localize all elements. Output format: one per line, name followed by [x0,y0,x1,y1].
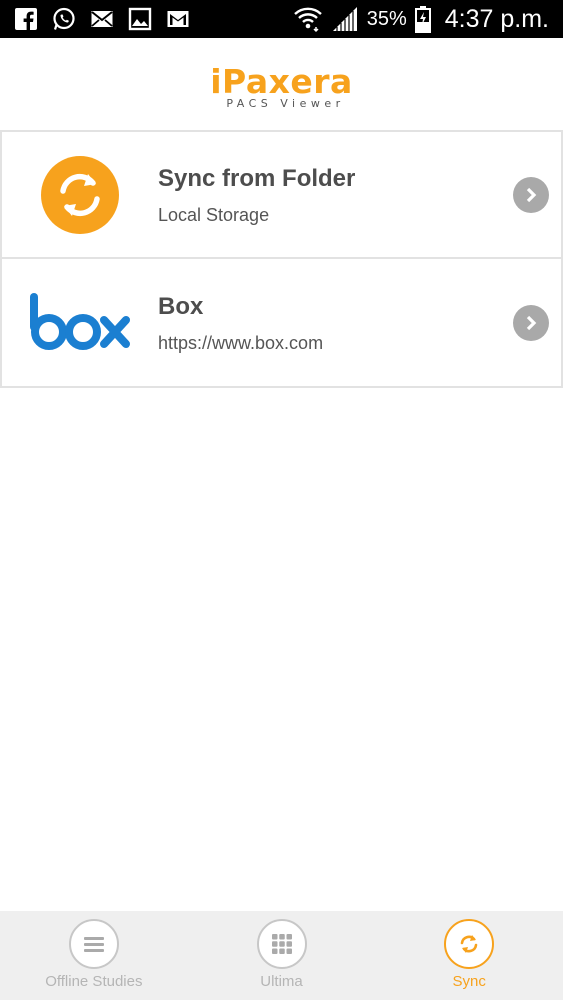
mail-icon [91,11,113,27]
tab-label: Offline Studies [45,973,143,990]
logo-subtitle: PACS Viewer [226,96,345,110]
item-subtitle: https://www.box.com [158,332,324,353]
tab-label: Ultima [260,973,303,990]
item-text: Box https://www.box.com [158,292,513,354]
box-item[interactable]: Box https://www.box.com [2,259,561,386]
item-text: Sync from Folder Local Storage [158,164,513,226]
system-status: 35% 4:37 p.m. [293,5,549,34]
notification-icons [14,7,190,31]
tab-offline-studies[interactable]: Offline Studies [0,911,188,1000]
app-header: iPaxera PACS Viewer [0,38,563,130]
battery-icon [414,6,431,33]
tab-sync[interactable]: Sync [375,911,563,1000]
status-bar: 35% 4:37 p.m. [0,0,563,38]
menu-lines-icon [68,919,119,969]
chevron-right-icon[interactable] [513,176,549,213]
clock: 4:37 p.m. [444,4,549,33]
facebook-icon [15,8,37,30]
whatsapp-icon [53,7,75,30]
box-logo [30,292,130,350]
chevron-right-icon[interactable] [513,304,549,341]
sync-from-folder-item[interactable]: Sync from Folder Local Storage [2,132,561,259]
wifi-icon [293,7,322,33]
gmail-icon [167,11,189,27]
image-icon [128,7,152,31]
item-logo [2,259,158,386]
app-logo: iPaxera [210,61,353,101]
tab-ultima[interactable]: Ultima [188,911,376,1000]
logo-i: i [210,61,223,101]
grid-icon [256,919,307,969]
sync-folder-icon [41,155,119,234]
item-logo [2,132,158,257]
logo-name: Paxera [222,61,353,101]
item-subtitle: Local Storage [158,204,270,225]
item-title: Sync from Folder [158,164,356,192]
battery-percentage: 35% [366,7,407,30]
sync-source-list: Sync from Folder Local Storage Box https… [0,130,563,388]
item-title: Box [158,292,204,320]
sync-icon [444,919,495,969]
bottom-tab-bar: Offline Studies Ultima Sync [0,911,563,1000]
signal-icon [332,7,357,31]
tab-label: Sync [452,973,486,990]
